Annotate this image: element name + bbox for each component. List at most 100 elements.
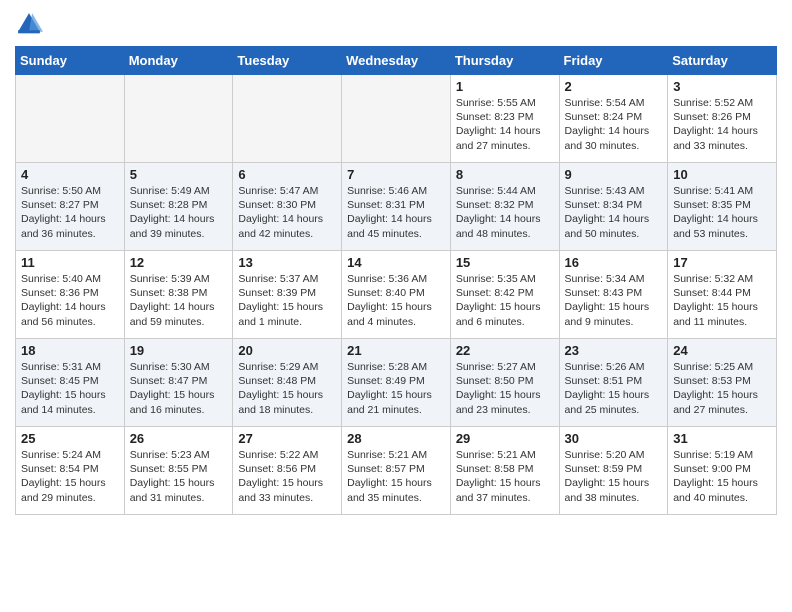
header-row: SundayMondayTuesdayWednesdayThursdayFrid…	[16, 47, 777, 75]
day-header-wednesday: Wednesday	[342, 47, 451, 75]
day-info: Sunrise: 5:41 AM Sunset: 8:35 PM Dayligh…	[673, 184, 771, 241]
week-row-1: 1 Sunrise: 5:55 AM Sunset: 8:23 PM Daylig…	[16, 75, 777, 163]
day-cell-11: 11Sunrise: 5:40 AM Sunset: 8:36 PM Dayli…	[16, 251, 125, 339]
day-info: Sunrise: 5:29 AM Sunset: 8:48 PM Dayligh…	[238, 360, 336, 417]
day-info: Sunrise: 5:30 AM Sunset: 8:47 PM Dayligh…	[130, 360, 228, 417]
day-number: 27	[238, 431, 336, 446]
day-info: Sunrise: 5:22 AM Sunset: 8:56 PM Dayligh…	[238, 448, 336, 505]
day-info: Sunrise: 5:49 AM Sunset: 8:28 PM Dayligh…	[130, 184, 228, 241]
day-info: Sunrise: 5:28 AM Sunset: 8:49 PM Dayligh…	[347, 360, 445, 417]
logo-icon	[15, 10, 43, 38]
day-cell-12: 12Sunrise: 5:39 AM Sunset: 8:38 PM Dayli…	[124, 251, 233, 339]
day-number: 22	[456, 343, 554, 358]
day-info: Sunrise: 5:55 AM Sunset: 8:23 PM Dayligh…	[456, 96, 554, 153]
day-cell-25: 25 Sunrise: 5:24 AM Sunset: 8:54 PM Dayli…	[16, 427, 125, 515]
day-cell-18: 18 Sunrise: 5:31 AM Sunset: 8:45 PM Dayli…	[16, 339, 125, 427]
day-info: Sunrise: 5:52 AM Sunset: 8:26 PM Dayligh…	[673, 96, 771, 153]
day-header-saturday: Saturday	[668, 47, 777, 75]
day-info: Sunrise: 5:50 AM Sunset: 8:27 PM Dayligh…	[21, 184, 119, 241]
day-cell-30: 30 Sunrise: 5:20 AM Sunset: 8:59 PM Dayli…	[559, 427, 668, 515]
day-cell-9: 9Sunrise: 5:43 AM Sunset: 8:34 PM Daylig…	[559, 163, 668, 251]
day-cell-23: 23 Sunrise: 5:26 AM Sunset: 8:51 PM Dayli…	[559, 339, 668, 427]
day-number: 31	[673, 431, 771, 446]
day-number: 30	[565, 431, 663, 446]
day-cell-empty	[342, 75, 451, 163]
day-cell-13: 13Sunrise: 5:37 AM Sunset: 8:39 PM Dayli…	[233, 251, 342, 339]
day-number: 19	[130, 343, 228, 358]
day-number: 8	[456, 167, 554, 182]
day-cell-8: 8 Sunrise: 5:44 AM Sunset: 8:32 PM Daylig…	[450, 163, 559, 251]
day-number: 4	[21, 167, 119, 182]
day-cell-1: 1 Sunrise: 5:55 AM Sunset: 8:23 PM Daylig…	[450, 75, 559, 163]
day-cell-16: 16Sunrise: 5:34 AM Sunset: 8:43 PM Dayli…	[559, 251, 668, 339]
day-number: 24	[673, 343, 771, 358]
day-cell-empty	[16, 75, 125, 163]
day-number: 23	[565, 343, 663, 358]
week-row-2: 4 Sunrise: 5:50 AM Sunset: 8:27 PM Daylig…	[16, 163, 777, 251]
day-cell-3: 3 Sunrise: 5:52 AM Sunset: 8:26 PM Daylig…	[668, 75, 777, 163]
day-number: 9	[565, 167, 663, 182]
day-number: 20	[238, 343, 336, 358]
day-number: 25	[21, 431, 119, 446]
day-number: 28	[347, 431, 445, 446]
day-info: Sunrise: 5:34 AM Sunset: 8:43 PM Dayligh…	[565, 272, 663, 329]
day-number: 15	[456, 255, 554, 270]
day-cell-26: 26Sunrise: 5:23 AM Sunset: 8:55 PM Dayli…	[124, 427, 233, 515]
week-row-4: 18 Sunrise: 5:31 AM Sunset: 8:45 PM Dayli…	[16, 339, 777, 427]
day-cell-6: 6 Sunrise: 5:47 AM Sunset: 8:30 PM Daylig…	[233, 163, 342, 251]
day-info: Sunrise: 5:32 AM Sunset: 8:44 PM Dayligh…	[673, 272, 771, 329]
week-row-3: 11Sunrise: 5:40 AM Sunset: 8:36 PM Dayli…	[16, 251, 777, 339]
day-cell-10: 10 Sunrise: 5:41 AM Sunset: 8:35 PM Dayli…	[668, 163, 777, 251]
day-header-sunday: Sunday	[16, 47, 125, 75]
day-info: Sunrise: 5:26 AM Sunset: 8:51 PM Dayligh…	[565, 360, 663, 417]
day-info: Sunrise: 5:24 AM Sunset: 8:54 PM Dayligh…	[21, 448, 119, 505]
week-row-5: 25 Sunrise: 5:24 AM Sunset: 8:54 PM Dayli…	[16, 427, 777, 515]
day-header-thursday: Thursday	[450, 47, 559, 75]
day-number: 10	[673, 167, 771, 182]
day-number: 7	[347, 167, 445, 182]
day-cell-14: 14Sunrise: 5:36 AM Sunset: 8:40 PM Dayli…	[342, 251, 451, 339]
day-info: Sunrise: 5:27 AM Sunset: 8:50 PM Dayligh…	[456, 360, 554, 417]
calendar-table: SundayMondayTuesdayWednesdayThursdayFrid…	[15, 46, 777, 515]
day-info: Sunrise: 5:20 AM Sunset: 8:59 PM Dayligh…	[565, 448, 663, 505]
day-info: Sunrise: 5:21 AM Sunset: 8:57 PM Dayligh…	[347, 448, 445, 505]
day-info: Sunrise: 5:47 AM Sunset: 8:30 PM Dayligh…	[238, 184, 336, 241]
day-header-monday: Monday	[124, 47, 233, 75]
day-cell-31: 31 Sunrise: 5:19 AM Sunset: 9:00 PM Dayli…	[668, 427, 777, 515]
day-number: 3	[673, 79, 771, 94]
day-info: Sunrise: 5:31 AM Sunset: 8:45 PM Dayligh…	[21, 360, 119, 417]
day-header-tuesday: Tuesday	[233, 47, 342, 75]
day-info: Sunrise: 5:35 AM Sunset: 8:42 PM Dayligh…	[456, 272, 554, 329]
day-cell-4: 4 Sunrise: 5:50 AM Sunset: 8:27 PM Daylig…	[16, 163, 125, 251]
day-cell-2: 2 Sunrise: 5:54 AM Sunset: 8:24 PM Daylig…	[559, 75, 668, 163]
day-cell-17: 17 Sunrise: 5:32 AM Sunset: 8:44 PM Dayli…	[668, 251, 777, 339]
day-info: Sunrise: 5:40 AM Sunset: 8:36 PM Dayligh…	[21, 272, 119, 329]
day-info: Sunrise: 5:23 AM Sunset: 8:55 PM Dayligh…	[130, 448, 228, 505]
day-cell-empty	[233, 75, 342, 163]
day-info: Sunrise: 5:21 AM Sunset: 8:58 PM Dayligh…	[456, 448, 554, 505]
day-cell-5: 5Sunrise: 5:49 AM Sunset: 8:28 PM Daylig…	[124, 163, 233, 251]
day-cell-24: 24 Sunrise: 5:25 AM Sunset: 8:53 PM Dayli…	[668, 339, 777, 427]
day-number: 17	[673, 255, 771, 270]
day-info: Sunrise: 5:54 AM Sunset: 8:24 PM Dayligh…	[565, 96, 663, 153]
day-cell-29: 29Sunrise: 5:21 AM Sunset: 8:58 PM Dayli…	[450, 427, 559, 515]
day-info: Sunrise: 5:44 AM Sunset: 8:32 PM Dayligh…	[456, 184, 554, 241]
day-number: 1	[456, 79, 554, 94]
day-info: Sunrise: 5:19 AM Sunset: 9:00 PM Dayligh…	[673, 448, 771, 505]
day-header-friday: Friday	[559, 47, 668, 75]
day-cell-28: 28 Sunrise: 5:21 AM Sunset: 8:57 PM Dayli…	[342, 427, 451, 515]
day-cell-19: 19 Sunrise: 5:30 AM Sunset: 8:47 PM Dayli…	[124, 339, 233, 427]
day-number: 21	[347, 343, 445, 358]
day-number: 18	[21, 343, 119, 358]
day-info: Sunrise: 5:36 AM Sunset: 8:40 PM Dayligh…	[347, 272, 445, 329]
day-number: 6	[238, 167, 336, 182]
day-cell-27: 27 Sunrise: 5:22 AM Sunset: 8:56 PM Dayli…	[233, 427, 342, 515]
day-number: 12	[130, 255, 228, 270]
day-cell-20: 20 Sunrise: 5:29 AM Sunset: 8:48 PM Dayli…	[233, 339, 342, 427]
header	[15, 10, 777, 38]
calendar-container: SundayMondayTuesdayWednesdayThursdayFrid…	[0, 0, 792, 530]
logo	[15, 10, 47, 38]
day-number: 2	[565, 79, 663, 94]
day-info: Sunrise: 5:46 AM Sunset: 8:31 PM Dayligh…	[347, 184, 445, 241]
day-info: Sunrise: 5:25 AM Sunset: 8:53 PM Dayligh…	[673, 360, 771, 417]
